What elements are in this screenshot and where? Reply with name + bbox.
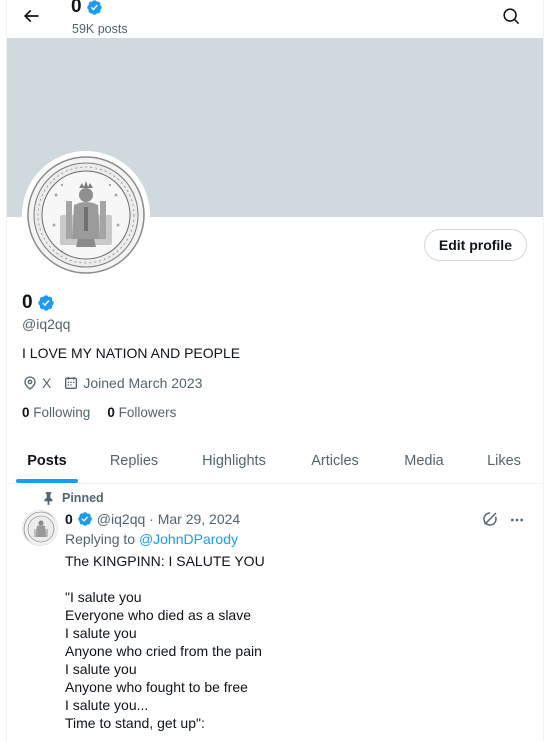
joined-item: Joined March 2023 [63,375,202,391]
back-arrow-icon[interactable] [19,4,43,28]
replying-to: Replying to @JohnDParody [65,531,238,547]
post-line: Time to stand, get up": [65,715,205,731]
profile-tabs: Posts Replies Highlights Articles Media … [7,438,543,484]
edit-profile-button[interactable]: Edit profile [423,229,527,261]
profile-page: 0 59K posts Edit profile 0 @iq2qq I LOVE… [6,0,544,741]
followers-link[interactable]: 0 Followers [107,405,176,420]
tab-replies[interactable]: Replies [101,438,167,484]
verified-badge-icon[interactable] [37,294,55,312]
replying-to-link[interactable]: @JohnDParody [139,531,238,547]
profile-display-name: 0 [22,292,55,314]
grok-icon[interactable] [481,510,501,530]
verified-badge-icon[interactable] [77,511,93,527]
following-count: 0 [22,405,30,420]
post-author-name[interactable]: 0 [65,511,73,527]
post-line-gap [65,570,505,588]
header-title: 0 [71,0,103,18]
post-line: I salute you [65,625,137,641]
post-line: Anyone who fought to be free [65,679,248,695]
followers-label: Followers [118,405,177,420]
post-line: I salute you [65,661,137,677]
post-line: Anyone who cried from the pain [65,643,262,659]
post-line: Everyone who died as a slave [65,607,251,623]
location-text: X [42,375,52,391]
post-line: The KINGPINN: I SALUTE YOU [65,553,265,569]
profile-avatar[interactable] [22,151,150,279]
post-header: 0 @iq2qq · Mar 29, 2024 [65,511,240,527]
tab-posts[interactable]: Posts [16,438,78,484]
location-item: X [22,375,51,391]
followers-count: 0 [107,405,115,420]
pinned-label: Pinned [62,491,104,505]
display-name-text: 0 [22,292,33,313]
profile-bio: I LOVE MY NATION AND PEOPLE [22,345,241,361]
post-author-avatar[interactable] [22,510,58,546]
follow-stats: 0 Following 0 Followers [22,405,176,420]
more-options-icon[interactable] [507,510,527,530]
location-pin-icon [24,376,36,390]
verified-badge-icon [86,0,102,15]
post-body: The KINGPINN: I SALUTE YOU "I salute you… [65,552,505,732]
pin-icon [44,491,53,505]
tab-media[interactable]: Media [395,438,453,484]
tab-articles[interactable]: Articles [301,438,369,484]
active-tab-indicator [16,479,78,483]
header-post-count: 59K posts [72,22,128,36]
tab-highlights[interactable]: Highlights [193,438,275,484]
post-handle-date[interactable]: @iq2qq · Mar 29, 2024 [97,511,240,527]
calendar-icon [65,377,78,389]
search-icon[interactable] [499,4,523,28]
profile-meta: X Joined March 2023 [22,375,214,391]
post-line: I salute you... [65,697,149,713]
post-line: "I salute you [65,589,142,605]
pinned-indicator: Pinned [43,491,104,505]
following-link[interactable]: 0 Following [22,405,90,420]
top-header: 0 59K posts [7,0,543,38]
header-name: 0 [71,0,82,17]
following-label: Following [33,405,91,420]
joined-text: Joined March 2023 [83,375,203,391]
tab-likes[interactable]: Likes [479,438,529,484]
replying-label: Replying to [65,531,136,547]
profile-handle: @iq2qq [22,316,71,332]
